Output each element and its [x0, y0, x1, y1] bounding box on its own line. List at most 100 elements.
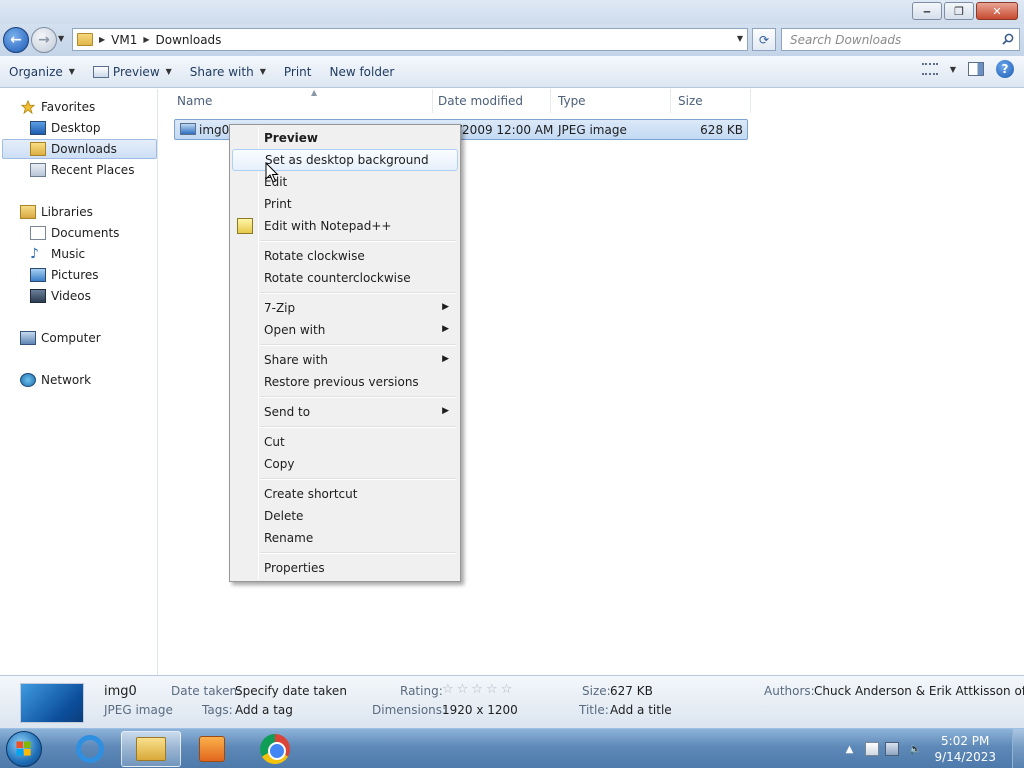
menu-item-cut[interactable]: Cut — [232, 431, 458, 453]
menu-separator — [260, 426, 456, 428]
menu-separator — [260, 552, 456, 554]
breadcrumb-vm1[interactable]: VM1 — [111, 33, 137, 47]
authors-value[interactable]: Chuck Anderson & Erik Attkisson of... — [814, 684, 1024, 698]
organize-button[interactable]: Organize ▼ — [0, 60, 84, 84]
taskbar-chrome[interactable] — [245, 731, 305, 767]
breadcrumb-separator-icon[interactable]: ▶ — [99, 35, 105, 44]
breadcrumb-downloads[interactable]: Downloads — [156, 33, 222, 47]
sidebar-item-libraries[interactable]: Libraries — [20, 202, 93, 222]
sidebar-item-downloads[interactable]: Downloads — [2, 139, 157, 159]
refresh-button[interactable]: ⟳ — [752, 28, 776, 51]
help-icon[interactable]: ? — [996, 60, 1014, 78]
sidebar-item-videos[interactable]: Videos — [30, 286, 91, 306]
menu-item-create-shortcut[interactable]: Create shortcut — [232, 483, 458, 505]
change-view-icon[interactable] — [921, 63, 938, 75]
menu-item-send-to[interactable]: Send to ▶ — [232, 401, 458, 423]
sort-ascending-icon: ▲ — [311, 88, 318, 97]
taskbar-windows-explorer[interactable] — [121, 731, 181, 767]
context-menu: Preview Set as desktop background Edit P… — [229, 124, 461, 582]
sidebar-item-label: Videos — [51, 289, 91, 303]
sidebar-item-network[interactable]: Network — [20, 370, 91, 390]
tags-value[interactable]: Add a tag — [235, 703, 293, 717]
network-status-icon[interactable] — [885, 742, 900, 756]
action-center-icon[interactable] — [865, 742, 880, 756]
view-options-dropdown-icon[interactable]: ▼ — [950, 65, 956, 74]
recent-places-icon — [30, 163, 46, 177]
taskbar-media-player[interactable] — [182, 731, 242, 767]
rating-stars-icon[interactable]: ☆☆☆☆☆ — [442, 682, 515, 697]
menu-item-share-with[interactable]: Share with ▶ — [232, 349, 458, 371]
menu-item-delete[interactable]: Delete — [232, 505, 458, 527]
show-hidden-icons-icon[interactable]: ▲ — [839, 741, 859, 757]
new-folder-button[interactable]: New folder — [320, 60, 403, 84]
sidebar-item-computer[interactable]: Computer — [20, 328, 101, 348]
column-header-date-modified[interactable]: Date modified — [434, 89, 551, 113]
sidebar-item-recent-places[interactable]: Recent Places — [30, 160, 134, 180]
column-header-label: Type — [558, 94, 586, 108]
system-clock[interactable]: 5:02 PM 9/14/2023 — [934, 733, 996, 765]
minimize-icon: ‒ — [923, 4, 931, 18]
new-folder-label: New folder — [329, 64, 395, 79]
menu-item-rotate-clockwise[interactable]: Rotate clockwise — [232, 245, 458, 267]
recent-pages-dropdown[interactable]: ▼ — [58, 34, 64, 43]
menu-item-print[interactable]: Print — [232, 193, 458, 215]
column-header-name[interactable]: Name ▲ — [173, 88, 433, 113]
show-desktop-button[interactable] — [1012, 729, 1024, 768]
sidebar-item-label: Recent Places — [51, 163, 135, 177]
minimize-button[interactable]: ‒ — [912, 2, 942, 20]
sidebar-item-favorites[interactable]: Favorites — [20, 97, 95, 117]
menu-item-rotate-counterclockwise[interactable]: Rotate counterclockwise — [232, 267, 458, 289]
libraries-icon — [20, 205, 36, 219]
menu-item-label: Properties — [264, 561, 325, 575]
search-placeholder: Search Downloads — [790, 32, 902, 47]
search-icon[interactable] — [1002, 33, 1014, 45]
menu-item-copy[interactable]: Copy — [232, 453, 458, 475]
menu-item-rename[interactable]: Rename — [232, 527, 458, 549]
close-icon: ✕ — [992, 4, 1002, 18]
search-input[interactable]: Search Downloads — [781, 28, 1020, 51]
menu-item-edit-with-notepad[interactable]: Edit with Notepad++ — [232, 215, 458, 237]
back-button[interactable]: ← — [3, 27, 29, 53]
menu-item-properties[interactable]: Properties — [232, 557, 458, 579]
documents-icon — [30, 226, 46, 240]
menu-item-label: Delete — [264, 509, 304, 523]
computer-icon — [20, 331, 36, 345]
address-dropdown-icon[interactable]: ▼ — [737, 34, 743, 43]
address-bar[interactable]: ▶ VM1 ▶ Downloads ▼ — [72, 28, 748, 51]
maximize-button[interactable]: ❐ — [944, 2, 974, 20]
print-button[interactable]: Print — [275, 60, 321, 84]
menu-item-preview[interactable]: Preview — [232, 127, 458, 149]
details-file-type: JPEG image — [104, 703, 173, 717]
close-button[interactable]: ✕ — [976, 2, 1018, 20]
preview-button[interactable]: Preview ▼ — [84, 60, 181, 84]
menu-item-restore-previous-versions[interactable]: Restore previous versions — [232, 371, 458, 393]
title-value[interactable]: Add a title — [610, 703, 672, 717]
share-with-button[interactable]: Share with ▼ — [181, 60, 275, 84]
clock-date: 9/14/2023 — [934, 750, 996, 764]
preview-pane-icon[interactable] — [968, 62, 984, 76]
back-arrow-icon: ← — [10, 32, 22, 48]
sidebar-item-desktop[interactable]: Desktop — [30, 118, 101, 138]
menu-item-open-with[interactable]: Open with ▶ — [232, 319, 458, 341]
network-icon — [20, 373, 36, 387]
sidebar-item-label: Pictures — [51, 268, 99, 282]
start-button[interactable] — [6, 731, 42, 767]
title-bar: ‒ ❐ ✕ — [0, 0, 1024, 24]
sidebar-item-pictures[interactable]: Pictures — [30, 265, 99, 285]
file-type: JPEG image — [558, 123, 627, 137]
taskbar-internet-explorer[interactable] — [60, 731, 120, 767]
forward-button[interactable]: → — [31, 27, 57, 53]
breadcrumb-separator-icon[interactable]: ▶ — [143, 35, 149, 44]
column-header-size[interactable]: Size — [674, 89, 751, 113]
size-value: 627 KB — [610, 684, 653, 698]
sidebar-item-music[interactable]: ♪ Music — [30, 244, 85, 264]
sidebar-item-documents[interactable]: Documents — [30, 223, 119, 243]
menu-item-7zip[interactable]: 7-Zip ▶ — [232, 297, 458, 319]
column-header-type[interactable]: Type — [554, 89, 671, 113]
sidebar-item-label: Desktop — [51, 121, 101, 135]
submenu-arrow-icon: ▶ — [442, 354, 449, 364]
downloads-folder-icon — [30, 142, 46, 156]
date-taken-value[interactable]: Specify date taken — [235, 684, 347, 698]
column-header-label: Size — [678, 94, 703, 108]
volume-icon[interactable]: 🔈 — [905, 741, 925, 757]
